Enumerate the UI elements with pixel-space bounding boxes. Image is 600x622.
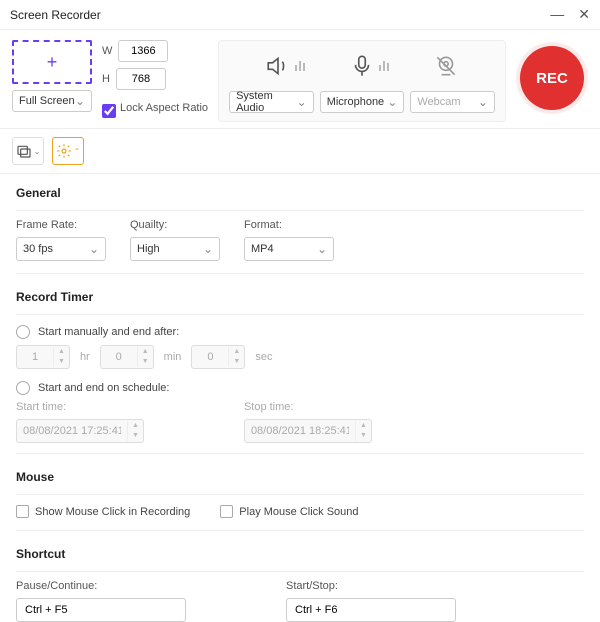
divider (16, 453, 584, 454)
frame-rate-label: Frame Rate: (16, 219, 106, 231)
dimensions-column: W H Lock Aspect Ratio (102, 40, 208, 122)
stop-up[interactable]: ▲ (356, 421, 371, 431)
divider (16, 314, 584, 315)
pause-shortcut-label: Pause/Continue: (16, 580, 186, 592)
microphone-icon (349, 53, 389, 79)
hours-spinner[interactable]: ▲▼ (16, 345, 70, 369)
seconds-up[interactable]: ▲ (229, 347, 244, 357)
pause-shortcut-input[interactable] (16, 598, 186, 622)
hours-down[interactable]: ▼ (54, 357, 69, 367)
general-section: General (0, 174, 600, 206)
top-panel: + Full Screen W H Lock Aspect Ratio (0, 30, 600, 129)
minutes-spinner[interactable]: ▲▼ (100, 345, 154, 369)
mouse-header: Mouse (16, 464, 584, 490)
minimize-button[interactable]: — (550, 6, 564, 23)
height-label: H (102, 73, 110, 85)
startstop-shortcut-label: Start/Stop: (286, 580, 456, 592)
window-title: Screen Recorder (10, 8, 101, 22)
seconds-spinner[interactable]: ▲▼ (191, 345, 245, 369)
title-bar: Screen Recorder — ✕ (0, 0, 600, 30)
stop-time-input[interactable] (245, 420, 355, 442)
system-audio-value: System Audio (236, 90, 297, 114)
radio-manual-label: Start manually and end after: (38, 326, 179, 338)
play-click-sound-label: Play Mouse Click Sound (239, 506, 358, 518)
start-time-field[interactable]: ▲▼ (16, 419, 144, 443)
start-down[interactable]: ▼ (128, 431, 143, 441)
frame-rate-value: 30 fps (23, 243, 53, 255)
minutes-up[interactable]: ▲ (138, 347, 153, 357)
divider (16, 210, 584, 211)
minutes-input[interactable] (101, 346, 137, 368)
hours-unit: hr (80, 351, 90, 363)
width-label: W (102, 45, 112, 57)
shortcut-header: Shortcut (16, 541, 584, 567)
seconds-down[interactable]: ▼ (229, 357, 244, 367)
record-button[interactable]: REC (520, 46, 584, 110)
divider (16, 273, 584, 274)
microphone-value: Microphone (327, 96, 384, 108)
close-button[interactable]: ✕ (578, 6, 590, 23)
radio-manual[interactable] (16, 325, 30, 339)
play-click-sound-checkbox[interactable] (220, 505, 233, 518)
capture-mode-select[interactable]: Full Screen (12, 90, 92, 112)
startstop-shortcut-input[interactable] (286, 598, 456, 622)
capture-mode-value: Full Screen (19, 95, 75, 107)
record-label: REC (536, 70, 568, 87)
shortcut-section: Shortcut (0, 535, 600, 567)
start-time-input[interactable] (17, 420, 127, 442)
lock-aspect-ratio[interactable]: Lock Aspect Ratio (102, 102, 208, 118)
start-time-label: Start time: (16, 401, 144, 413)
frame-rate-select[interactable]: 30 fps (16, 237, 106, 261)
general-header: General (16, 180, 584, 206)
settings-button[interactable]: ⌃ (52, 137, 84, 165)
quality-value: High (137, 243, 160, 255)
secondary-toolbar: ⌄ ⌃ (0, 129, 600, 174)
mouse-section: Mouse (0, 458, 600, 490)
show-mouse-click-label: Show Mouse Click in Recording (35, 506, 190, 518)
speaker-icon (265, 53, 305, 79)
divider (16, 494, 584, 495)
format-label: Format: (244, 219, 334, 231)
timer-section: Record Timer (0, 278, 600, 310)
webcam-icon (433, 53, 459, 79)
seconds-input[interactable] (192, 346, 228, 368)
hours-input[interactable] (17, 346, 53, 368)
lock-aspect-label: Lock Aspect Ratio (120, 102, 208, 114)
stop-time-field[interactable]: ▲▼ (244, 419, 372, 443)
capture-region-button[interactable]: + (12, 40, 92, 84)
radio-schedule-label: Start and end on schedule: (38, 382, 169, 394)
quality-select[interactable]: High (130, 237, 220, 261)
hours-up[interactable]: ▲ (54, 347, 69, 357)
divider (16, 571, 584, 572)
seconds-unit: sec (255, 351, 272, 363)
height-input[interactable] (116, 68, 166, 90)
microphone-select[interactable]: Microphone (320, 91, 405, 113)
system-audio-select[interactable]: System Audio (229, 91, 314, 113)
webcam-value: Webcam (417, 96, 460, 108)
start-up[interactable]: ▲ (128, 421, 143, 431)
minutes-down[interactable]: ▼ (138, 357, 153, 367)
gallery-button[interactable]: ⌄ (12, 137, 44, 165)
width-input[interactable] (118, 40, 168, 62)
sources-panel: System Audio Microphone Webcam (218, 40, 506, 122)
quality-label: Quailty: (130, 219, 220, 231)
divider (16, 530, 584, 531)
timer-header: Record Timer (16, 284, 584, 310)
minutes-unit: min (164, 351, 182, 363)
radio-schedule[interactable] (16, 381, 30, 395)
format-select[interactable]: MP4 (244, 237, 334, 261)
capture-column: + Full Screen (12, 40, 92, 122)
lock-aspect-checkbox[interactable] (102, 104, 116, 118)
webcam-select[interactable]: Webcam (410, 91, 495, 113)
stop-time-label: Stop time: (244, 401, 372, 413)
show-mouse-click-checkbox[interactable] (16, 505, 29, 518)
format-value: MP4 (251, 243, 274, 255)
stop-down[interactable]: ▼ (356, 431, 371, 441)
